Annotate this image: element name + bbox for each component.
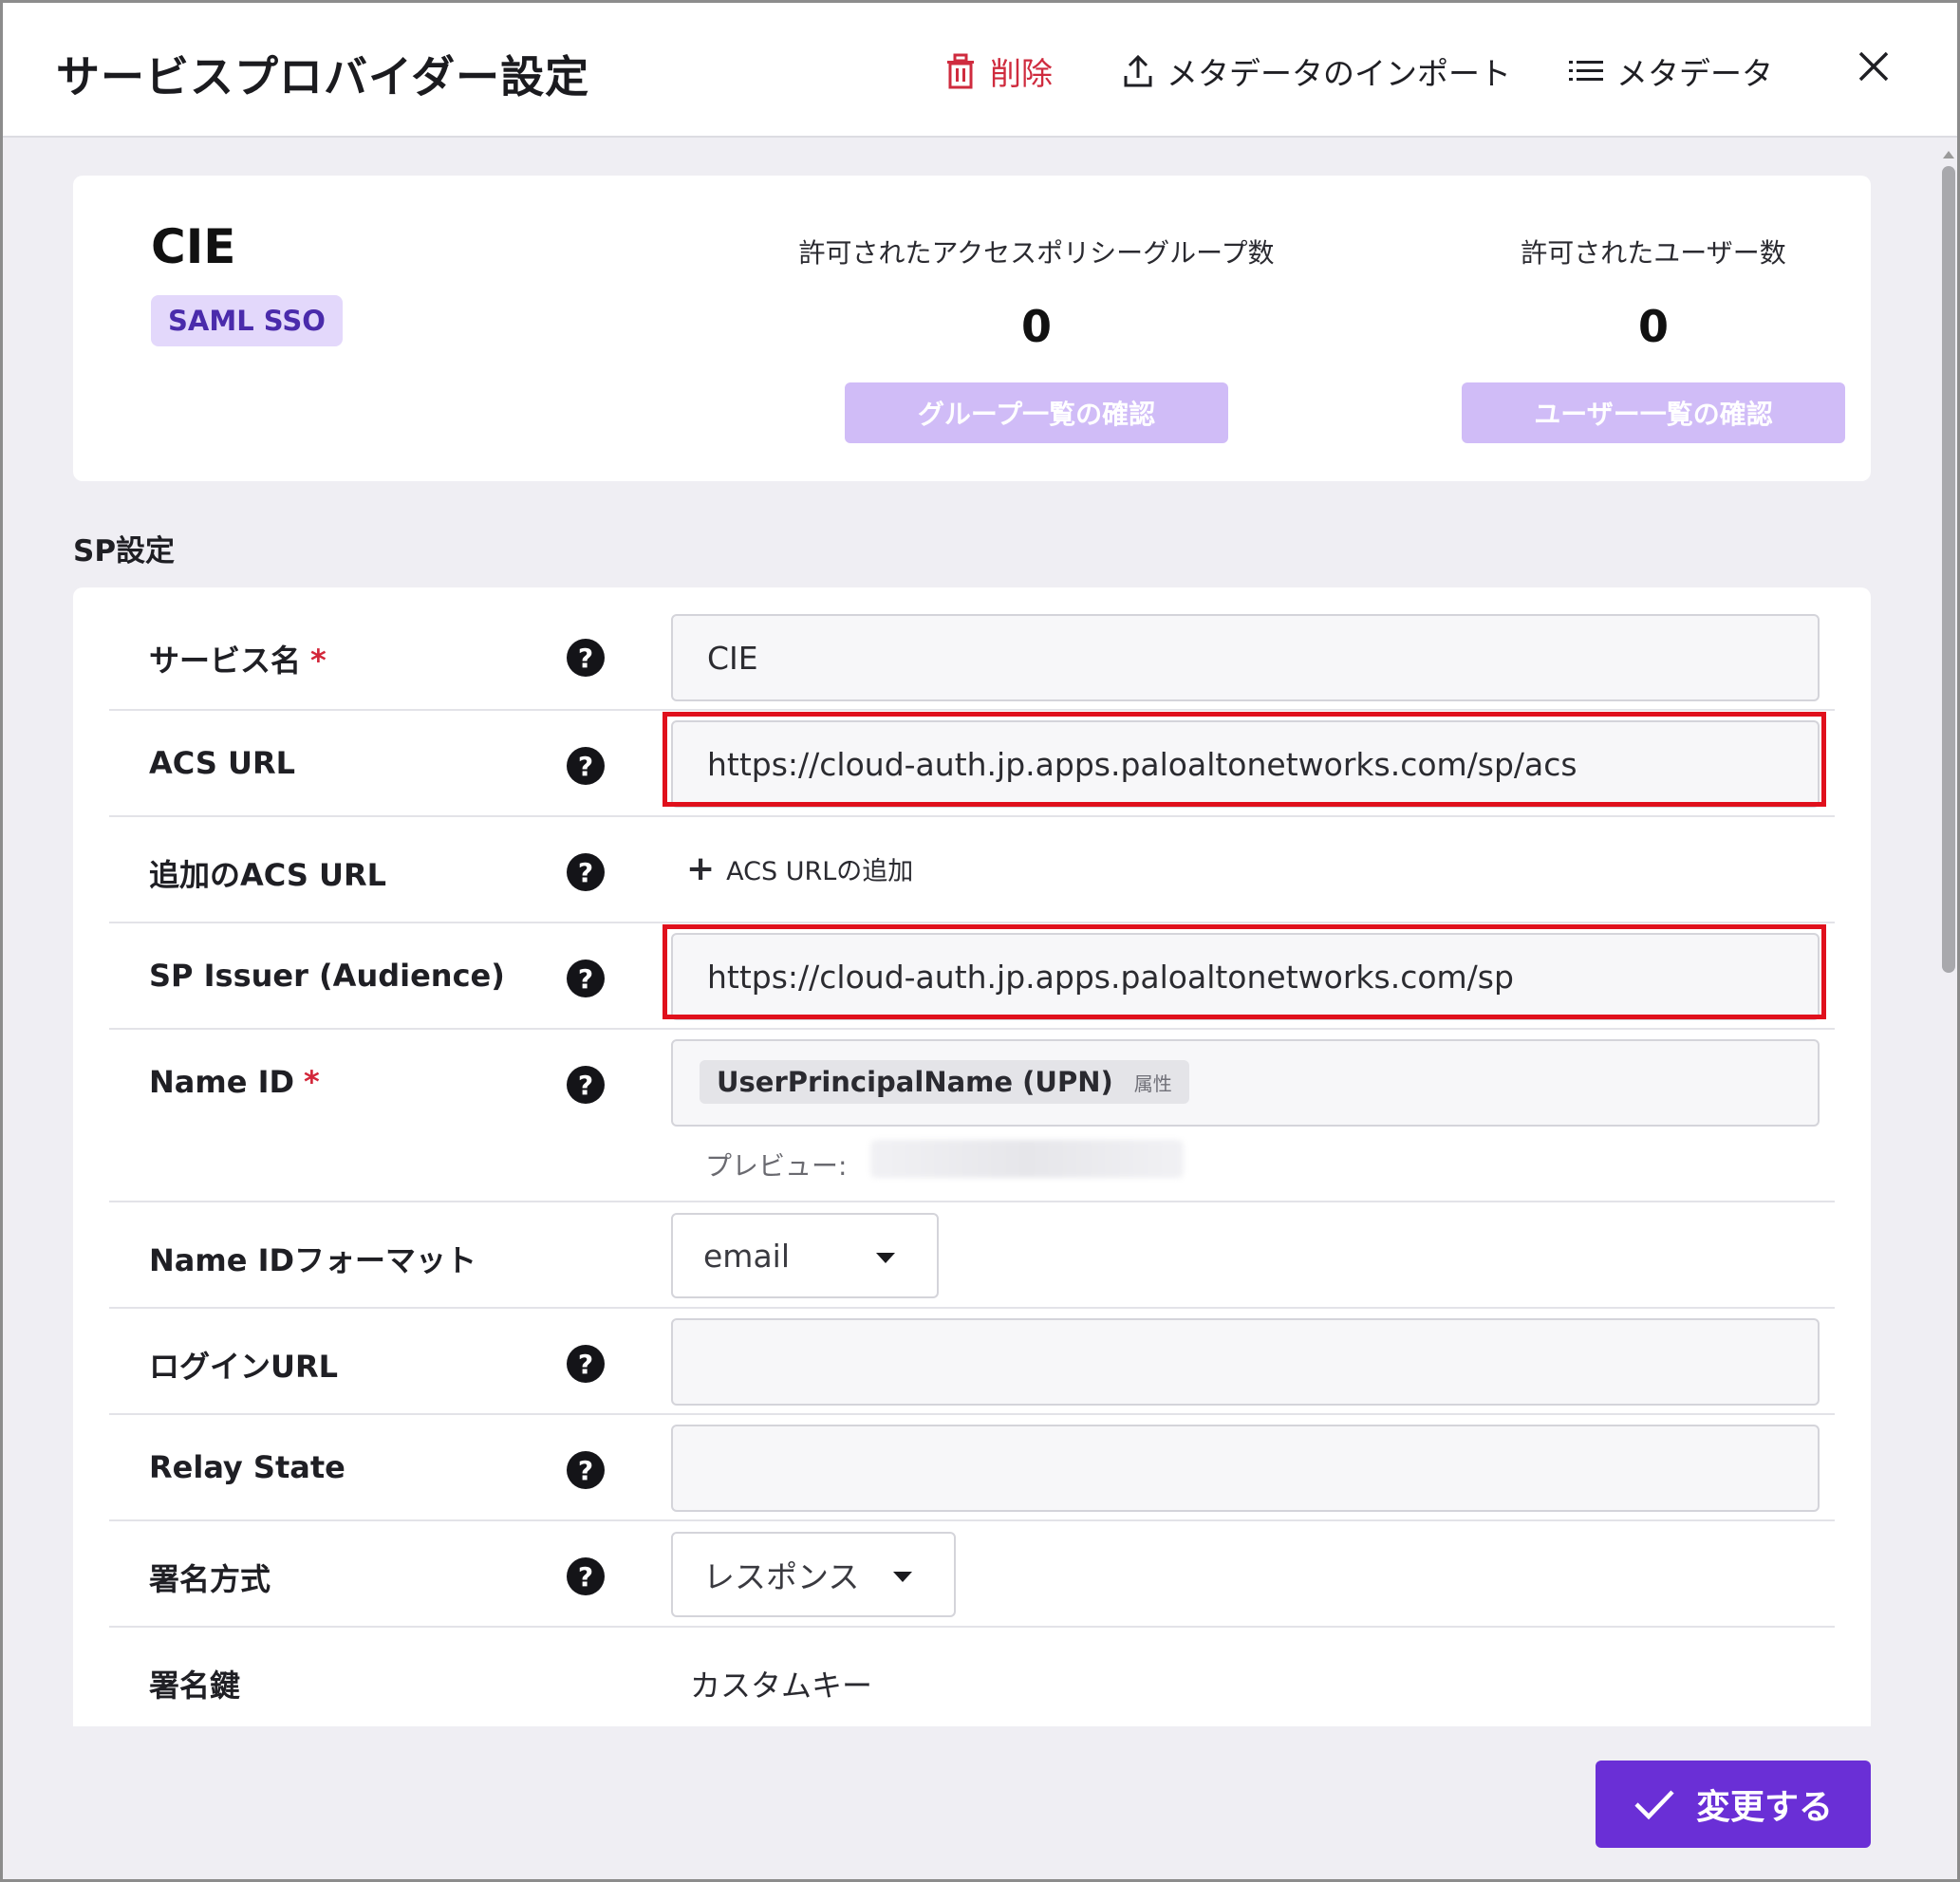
name-id-input[interactable]: UserPrincipalName (UPN) 属性 [671,1039,1820,1127]
view-groups-button[interactable]: グループ一覧の確認 [845,382,1228,443]
name-id-attribute-chip[interactable]: UserPrincipalName (UPN) 属性 [700,1060,1189,1104]
form-row-additional-acs: 追加のACS URL ? + ACS URLの追加 [109,817,1835,923]
apply-changes-button[interactable]: 変更する [1596,1761,1871,1848]
name-id-preview-value-redacted [870,1140,1184,1178]
service-name-label: サービス名 * [149,643,327,679]
help-icon[interactable]: ? [567,747,605,785]
additional-acs-label: 追加のACS URL [149,857,387,893]
groups-stat-label: 許可されたアクセスポリシーグループ数 [798,237,1275,269]
name-id-label: Name ID * [149,1064,320,1100]
scroll-up-arrow[interactable] [1943,151,1954,158]
form-row-service-name: サービス名 * ? CIE [109,587,1835,711]
signing-key-label: 署名鍵 [149,1668,241,1704]
relay-state-label: Relay State [149,1449,345,1485]
acs-url-label: ACS URL [149,745,296,781]
name-id-chip-tag: 属性 [1133,1071,1172,1095]
help-icon[interactable]: ? [567,853,605,891]
import-metadata-label: メタデータのインポート [1167,55,1511,92]
chevron-down-icon [893,1572,912,1582]
form-row-name-id-format: Name IDフォーマット email [109,1202,1835,1309]
dialog-title: サービスプロバイダー設定 [56,51,590,102]
delete-button[interactable]: 削除 [944,48,1053,94]
form-row-signing-method: 署名方式 ? レスポンス [109,1521,1835,1628]
check-icon [1634,1790,1674,1820]
list-icon [1569,61,1603,81]
upload-icon [1124,54,1152,87]
name-id-chip-text: UserPrincipalName (UPN) [717,1066,1113,1098]
form-row-sp-issuer: SP Issuer (Audience) ? https://cloud-aut… [109,923,1835,1030]
add-acs-url-button[interactable]: + ACS URLの追加 [686,849,913,888]
help-icon[interactable]: ? [567,1345,605,1383]
name-id-format-select[interactable]: email [671,1213,939,1298]
service-name-heading: CIE [151,219,236,274]
users-stat-label: 許可されたユーザー数 [1521,237,1786,269]
signing-method-select[interactable]: レスポンス [671,1532,956,1617]
help-icon[interactable]: ? [567,1557,605,1595]
apply-changes-label: 変更する [1695,1788,1833,1827]
help-icon[interactable]: ? [567,639,605,677]
form-row-signing-key: 署名鍵 カスタムキー [109,1628,1835,1726]
trash-icon [947,53,974,89]
sp-issuer-label: SP Issuer (Audience) [149,958,505,994]
login-url-input[interactable] [671,1318,1820,1406]
acs-url-highlight-box [663,712,1826,807]
scrollbar-thumb[interactable] [1942,166,1955,973]
groups-stat-value: 0 [1020,301,1052,352]
close-icon[interactable] [1857,50,1890,83]
view-users-button[interactable]: ユーザー一覧の確認 [1462,382,1845,443]
summary-card: CIE SAML SSO 許可されたアクセスポリシーグループ数 0 グループ一覧… [73,176,1871,481]
service-name-input[interactable]: CIE [671,614,1820,701]
delete-label: 削除 [990,55,1053,92]
metadata-label: メタデータ [1616,55,1773,92]
signing-method-value: レスポンス [703,1558,860,1595]
chevron-down-icon [876,1253,895,1263]
plus-icon: + [686,849,716,888]
sp-settings-form: サービス名 * ? CIE ACS URL ? https://cloud-aut… [73,587,1871,1726]
form-row-relay-state: Relay State ? [109,1415,1835,1521]
signing-method-label: 署名方式 [149,1561,271,1597]
import-metadata-button[interactable]: メタデータのインポート [1123,48,1511,94]
protocol-badge: SAML SSO [151,295,343,346]
login-url-label: ログインURL [149,1349,339,1385]
help-icon[interactable]: ? [567,1451,605,1489]
metadata-button[interactable]: メタデータ [1569,48,1773,94]
groups-stat: 許可されたアクセスポリシーグループ数 0 グループ一覧の確認 [756,233,1316,443]
users-stat: 許可されたユーザー数 0 ユーザー一覧の確認 [1392,233,1914,443]
help-icon[interactable]: ? [567,1066,605,1104]
signing-key-value: カスタムキー [690,1668,873,1704]
sp-issuer-highlight-box [663,924,1826,1019]
name-id-preview-label: プレビュー: [705,1150,848,1182]
form-row-name-id: Name ID * ? UserPrincipalName (UPN) 属性 プレ… [109,1030,1835,1202]
form-row-acs-url: ACS URL ? https://cloud-auth.jp.apps.pal… [109,711,1835,817]
relay-state-input[interactable] [671,1425,1820,1512]
help-icon[interactable]: ? [567,960,605,997]
add-acs-url-label: ACS URLの追加 [726,857,914,886]
users-stat-value: 0 [1637,301,1669,352]
name-id-format-value: email [703,1237,791,1275]
name-id-format-label: Name IDフォーマット [149,1242,477,1278]
sp-settings-dialog: サービスプロバイダー設定 削除 メタデータのインポート メタデータ CIE SA… [0,0,1960,1882]
dialog-header: サービスプロバイダー設定 削除 メタデータのインポート メタデータ [3,3,1957,138]
sp-settings-section-title: SP設定 [73,534,176,568]
form-row-login-url: ログインURL ? [109,1309,1835,1415]
